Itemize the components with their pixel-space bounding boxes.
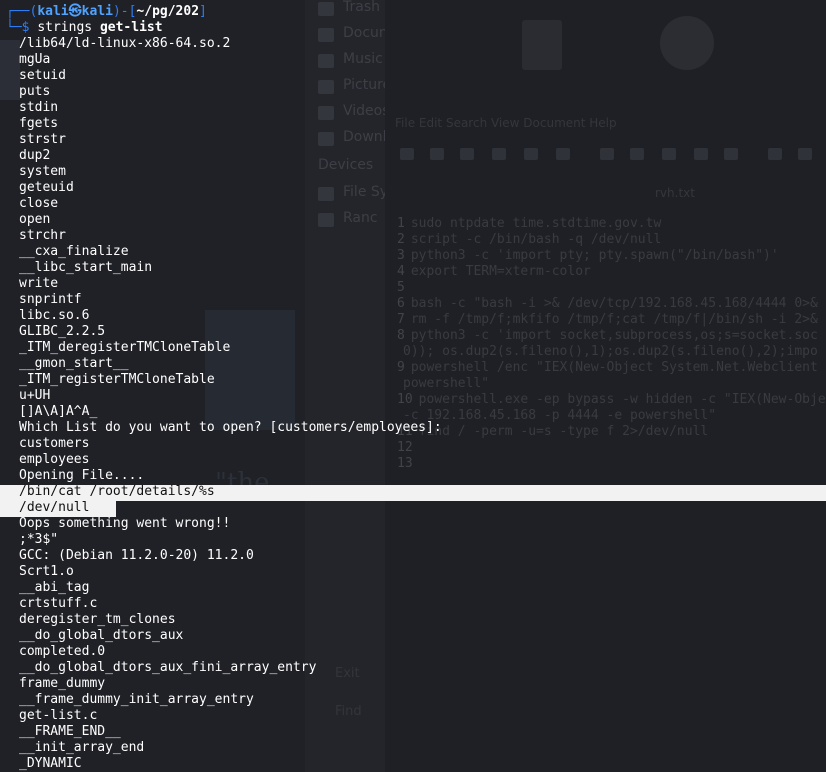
output-line: system (19, 164, 66, 179)
command-line[interactable]: └─$ strings get-list (6, 20, 163, 36)
terminal-output[interactable]: ┌──(kali㉿kali)-[~/pg/202] └─$ strings ge… (0, 0, 826, 772)
output-line: puts (19, 84, 51, 99)
output-line: setuid (19, 68, 66, 83)
output-line: crtstuff.c (19, 596, 98, 611)
output-line: Oops something went wrong!! (19, 516, 231, 531)
command-argument: get-list (99, 20, 163, 35)
prompt-header: ┌──(kali㉿kali)-[~/pg/202] (6, 4, 207, 20)
output-line: GLIBC_2.2.5 (19, 324, 106, 339)
prompt-user: kali㉿kali (37, 4, 113, 19)
output-line: _ITM_deregisterTMCloneTable (19, 340, 231, 355)
output-line: close (19, 196, 59, 211)
output-line: /bin/cat /root/details/%s (19, 484, 215, 499)
prompt-mid: )-[ (112, 4, 137, 19)
output-line: _DYNAMIC (19, 756, 82, 771)
output-line: geteuid (19, 180, 74, 195)
output-line: u+UH (19, 388, 51, 403)
output-line: completed.0 (19, 644, 106, 659)
output-line: dup2 (19, 148, 51, 163)
output-line: Opening File.... (19, 468, 145, 483)
output-line: __libc_start_main (19, 260, 153, 275)
prompt-end: ] (199, 4, 207, 19)
output-line: employees (19, 452, 90, 467)
command-name: strings (37, 20, 93, 35)
output-line: __abi_tag (19, 580, 90, 595)
output-line: write (19, 276, 59, 291)
output-line: _ITM_registerTMCloneTable (19, 372, 215, 387)
output-line: __init_array_end (19, 740, 145, 755)
output-line: __frame_dummy_init_array_entry (19, 692, 254, 707)
output-line: strchr (19, 228, 66, 243)
output-line: __do_global_dtors_aux (19, 628, 184, 643)
output-line: stdin (19, 100, 59, 115)
output-line: snprintf (19, 292, 82, 307)
output-line: Scrt1.o (19, 564, 74, 579)
output-line: mgUa (19, 52, 51, 67)
output-line: ;*3$" (19, 532, 59, 547)
output-line: libc.so.6 (19, 308, 90, 323)
output-line: GCC: (Debian 11.2.0-20) 11.2.0 (19, 548, 254, 563)
output-line: get-list.c (19, 708, 98, 723)
output-line: deregister_tm_clones (19, 612, 176, 627)
output-line: customers (19, 436, 90, 451)
output-line: /lib64/ld-linux-x86-64.so.2 (19, 36, 231, 51)
output-line: /dev/null (19, 500, 90, 515)
output-line: __do_global_dtors_aux_fini_array_entry (19, 660, 317, 675)
output-line: __gmon_start__ (19, 356, 129, 371)
output-line: open (19, 212, 51, 227)
prompt-path: ~/pg/202 (136, 4, 200, 19)
output-line: frame_dummy (19, 676, 106, 691)
output-line: strstr (19, 132, 66, 147)
prompt-dollar: └─$ (6, 20, 38, 35)
prompt-corner: ┌──( (6, 4, 38, 19)
output-line: []A\A]A^A_ (19, 404, 98, 419)
output-line: __FRAME_END__ (19, 724, 121, 739)
output-line: Which List do you want to open? [custome… (19, 420, 442, 435)
output-line: __cxa_finalize (19, 244, 129, 259)
output-line: fgets (19, 116, 59, 131)
